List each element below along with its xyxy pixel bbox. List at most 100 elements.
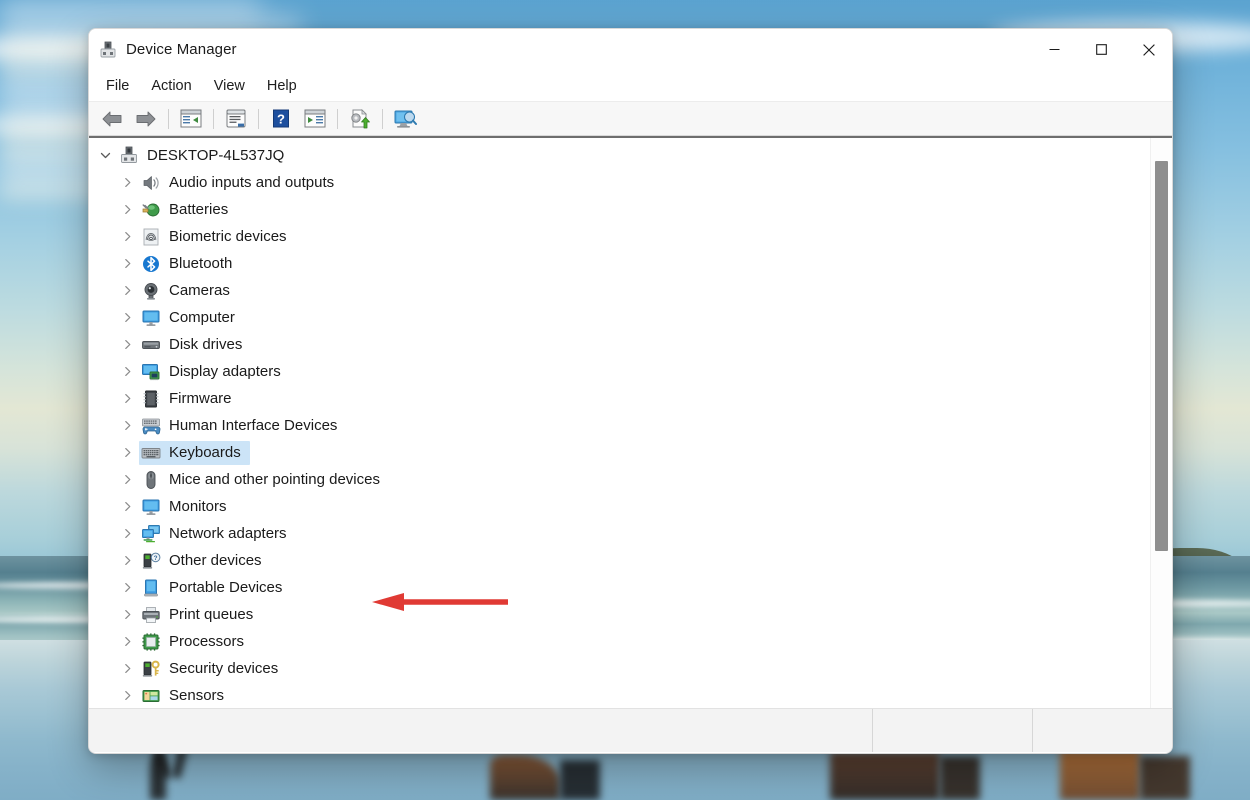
tree-node-portable-devices[interactable]: Portable Devices (89, 574, 1150, 601)
tree-node-print-queues[interactable]: Print queues (89, 601, 1150, 628)
speaker-icon (141, 173, 161, 193)
chevron-right-icon[interactable] (115, 493, 139, 520)
chevron-right-icon[interactable] (115, 439, 139, 466)
show-hide-action-pane-icon[interactable] (298, 105, 332, 133)
fingerprint-icon (141, 227, 161, 247)
toolbar-separator (382, 108, 383, 129)
tree-node-label: Cameras (169, 281, 230, 299)
tree-node-batteries[interactable]: Batteries (89, 196, 1150, 223)
chevron-right-icon[interactable] (115, 682, 139, 708)
scrollbar-thumb[interactable] (1155, 161, 1168, 551)
close-button[interactable] (1125, 29, 1172, 70)
tree-node-disk-drives[interactable]: Disk drives (89, 331, 1150, 358)
show-hide-console-tree-icon[interactable] (174, 105, 208, 133)
tree-node-label: Firmware (169, 389, 232, 407)
menu-help[interactable]: Help (256, 74, 308, 98)
status-bar-message (89, 709, 872, 752)
tree-node-cameras[interactable]: Cameras (89, 277, 1150, 304)
tree-node-network-adapters[interactable]: Network adapters (89, 520, 1150, 547)
menu-view[interactable]: View (203, 74, 256, 98)
tree-node-mice-and-other-pointing-devices[interactable]: Mice and other pointing devices (89, 466, 1150, 493)
tree-node-label: Computer (169, 308, 235, 326)
display-adapter-icon (141, 362, 161, 382)
vertical-scrollbar[interactable] (1150, 138, 1172, 708)
tree-node-bluetooth[interactable]: Bluetooth (89, 250, 1150, 277)
menu-file[interactable]: File (95, 74, 140, 98)
chevron-right-icon[interactable] (115, 250, 139, 277)
tree-node-label: Other devices (169, 551, 262, 569)
toolbar-separator (337, 108, 338, 129)
security-key-icon (141, 659, 161, 679)
tree-node-firmware[interactable]: Firmware (89, 385, 1150, 412)
tree-node-label: Sensors (169, 686, 225, 704)
forward-icon[interactable] (129, 105, 163, 133)
maximize-button[interactable] (1078, 29, 1125, 70)
computer-root-icon (119, 146, 139, 166)
device-manager-icon (99, 41, 117, 59)
reflection-shape (940, 756, 980, 800)
tree-node-audio-inputs-and-outputs[interactable]: Audio inputs and outputs (89, 169, 1150, 196)
tree-node-label: Security devices (169, 659, 279, 677)
chevron-right-icon[interactable] (115, 223, 139, 250)
chevron-right-icon[interactable] (115, 277, 139, 304)
status-bar-segment-1 (872, 709, 1032, 752)
toolbar-separator (168, 108, 169, 129)
toolbar-separator (258, 108, 259, 129)
chevron-right-icon[interactable] (115, 655, 139, 682)
chevron-right-icon[interactable] (115, 628, 139, 655)
chevron-right-icon[interactable] (115, 358, 139, 385)
hid-icon (141, 416, 161, 436)
chevron-right-icon[interactable] (115, 385, 139, 412)
tree-node-label: Audio inputs and outputs (169, 173, 335, 191)
scan-hardware-changes-icon[interactable] (388, 105, 422, 133)
tree-node-label: Print queues (169, 605, 254, 623)
minimize-button[interactable] (1031, 29, 1078, 70)
tree-node-label: DESKTOP-4L537JQ (147, 146, 285, 164)
tree-node-label: Display adapters (169, 362, 281, 380)
monitor-icon (141, 497, 161, 517)
tree-node-computer[interactable]: Computer (89, 304, 1150, 331)
tree-node-human-interface-devices[interactable]: Human Interface Devices (89, 412, 1150, 439)
back-icon[interactable] (95, 105, 129, 133)
menu-action[interactable]: Action (140, 74, 202, 98)
mouse-icon (141, 470, 161, 490)
chevron-right-icon[interactable] (115, 601, 139, 628)
tree-node-processors[interactable]: Processors (89, 628, 1150, 655)
status-bar-segment-2 (1032, 709, 1172, 752)
tree-node-display-adapters[interactable]: Display adapters (89, 358, 1150, 385)
battery-icon (141, 200, 161, 220)
chevron-right-icon[interactable] (115, 574, 139, 601)
chevron-right-icon[interactable] (115, 304, 139, 331)
chevron-down-icon[interactable] (93, 142, 117, 169)
tree-node-other-devices[interactable]: ? Other devices (89, 547, 1150, 574)
camera-icon (141, 281, 161, 301)
properties-icon[interactable] (219, 105, 253, 133)
tree-node-root[interactable]: DESKTOP-4L537JQ (89, 142, 1150, 169)
title-bar: Device Manager (89, 29, 1172, 70)
tree-node-label: Human Interface Devices (169, 416, 338, 434)
chevron-right-icon[interactable] (115, 331, 139, 358)
tree-node-sensors[interactable]: Sensors (89, 682, 1150, 708)
chevron-right-icon[interactable] (115, 547, 139, 574)
sensor-icon (141, 686, 161, 706)
tree-node-keyboards[interactable]: Keyboards (89, 439, 1150, 466)
other-device-question-icon: ? (141, 551, 161, 571)
tree-node-monitors[interactable]: Monitors (89, 493, 1150, 520)
reflection-shape (830, 752, 940, 800)
chevron-right-icon[interactable] (115, 169, 139, 196)
tree-node-label: Network adapters (169, 524, 287, 542)
chevron-right-icon[interactable] (115, 412, 139, 439)
portable-device-icon (141, 578, 161, 598)
chevron-right-icon[interactable] (115, 520, 139, 547)
chevron-right-icon[interactable] (115, 196, 139, 223)
tree-node-label: Biometric devices (169, 227, 287, 245)
svg-text:?: ? (154, 555, 158, 562)
tree-node-security-devices[interactable]: Security devices (89, 655, 1150, 682)
tree-node-label: Portable Devices (169, 578, 283, 596)
tree-node-label: Disk drives (169, 335, 243, 353)
tree-node-biometric-devices[interactable]: Biometric devices (89, 223, 1150, 250)
update-driver-icon[interactable] (343, 105, 377, 133)
toolbar-separator (213, 108, 214, 129)
chevron-right-icon[interactable] (115, 466, 139, 493)
help-icon[interactable]: ? (264, 105, 298, 133)
